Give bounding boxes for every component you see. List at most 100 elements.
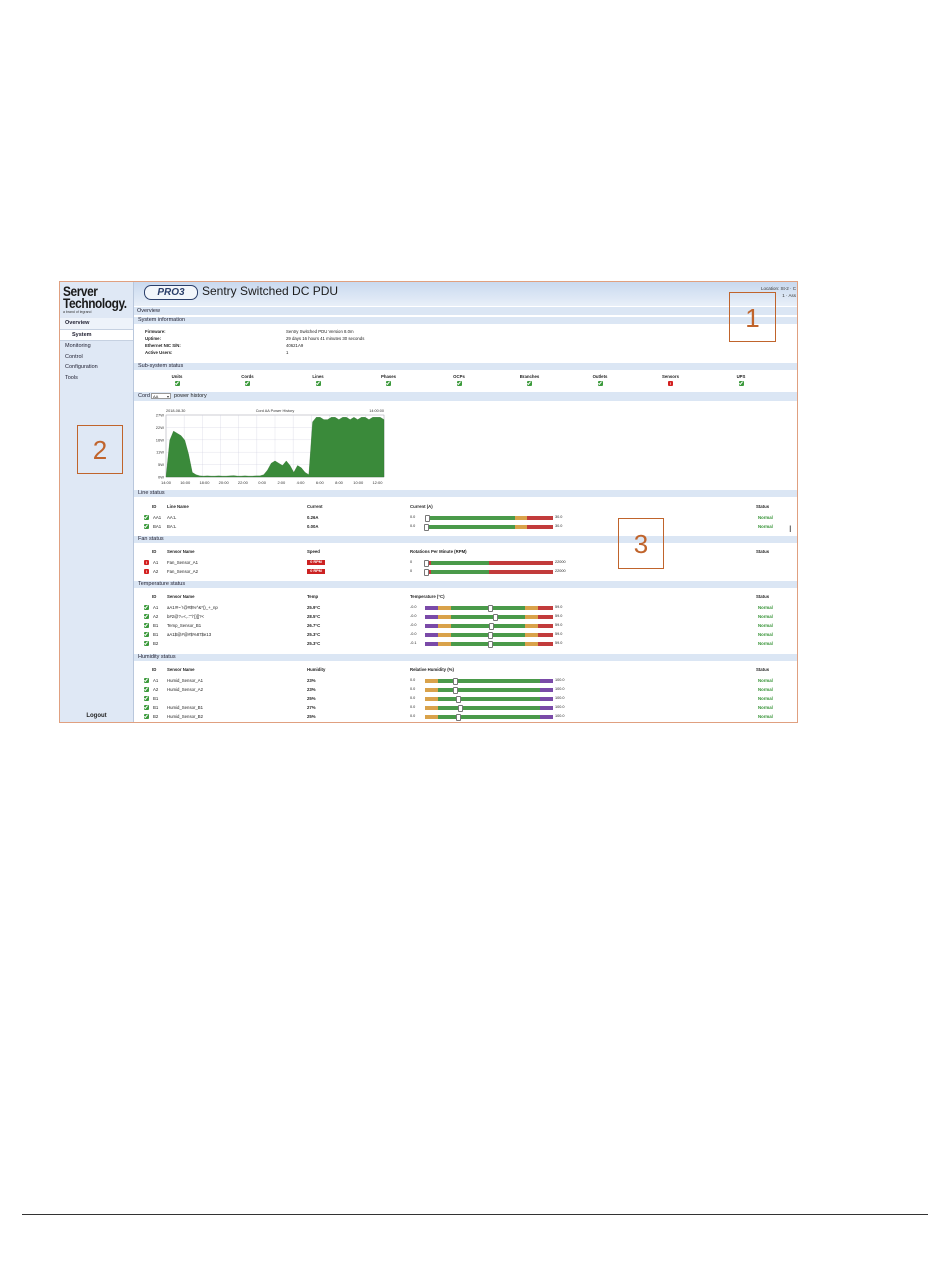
ok-check-icon (144, 623, 149, 628)
col-header-id: ID (152, 504, 157, 509)
sysinfo-value: 29 days 16 hours 41 minutes 30 seconds (286, 336, 365, 341)
range-segment (425, 696, 438, 701)
range-segment (450, 623, 525, 628)
nav-control[interactable]: Control (60, 352, 133, 363)
status-normal: Normal (758, 678, 773, 683)
range-segment (437, 623, 451, 628)
nav-monitoring[interactable]: Monitoring (60, 341, 133, 352)
range-bar (425, 622, 553, 630)
callout-3: 3 (618, 518, 664, 569)
line-status-title: Line status (134, 490, 797, 497)
pdu-web-ui: Server Technology. a brand of legrand Ov… (59, 281, 798, 723)
row-value: 25% (307, 696, 316, 701)
range-segment (537, 614, 553, 619)
nav-system[interactable]: System (60, 328, 133, 341)
range-min: 0 (410, 560, 413, 564)
value-marker (487, 604, 493, 612)
range-segment (425, 678, 438, 683)
callout-2: 2 (77, 425, 123, 474)
cord-select[interactable]: AA (151, 393, 171, 399)
nav-overview[interactable]: Overview (60, 318, 133, 329)
range-segment (425, 641, 438, 646)
y-tick-label: 16W (156, 437, 164, 442)
power-history-chart: 27W 22W 16W 11W 5W 0W14:00 16:00 18:00 20:00 22:0… (156, 409, 385, 485)
ok-check-icon (144, 614, 149, 619)
col-header-value: Speed (307, 549, 320, 554)
chart-date-right: 14:00:00 (369, 409, 384, 413)
range-segment (489, 560, 553, 565)
ok-check-icon (144, 605, 149, 610)
row-id: AA1 (153, 515, 162, 520)
sysinfo-value: 1 (286, 350, 289, 355)
range-segment (437, 605, 451, 610)
range-segment (524, 623, 538, 628)
x-tick-label: 12:00 (372, 480, 383, 485)
col-header-status: Status (756, 504, 770, 509)
overview-title: Overview (134, 307, 797, 315)
row-value: 0.26A (307, 515, 319, 520)
range-segment (437, 614, 451, 619)
row-id: B2 (153, 641, 159, 646)
ok-check-icon (144, 641, 149, 646)
col-header-range: Relative Humidity (%) (410, 667, 454, 672)
ok-check-icon (144, 705, 149, 710)
range-min: -0.0 (410, 632, 417, 636)
subsystem-label: OCPs (453, 374, 465, 379)
col-header-name: Sensor Name (167, 549, 195, 554)
value-marker (487, 640, 493, 648)
range-bar (425, 695, 553, 703)
ok-check-icon (245, 381, 250, 386)
ok-check-icon (144, 714, 149, 719)
range-segment (425, 714, 438, 719)
ok-check-icon (144, 524, 149, 529)
row-value: 23% (307, 678, 316, 683)
col-header-id: ID (152, 594, 157, 599)
row-name: BA:L (167, 524, 177, 529)
range-segment (537, 605, 553, 610)
row-id: B1 (153, 632, 159, 637)
sidebar: Server Technology. a brand of legrand Ov… (60, 282, 134, 722)
row-name: Humid_Sensor_B1 (167, 705, 204, 710)
status-normal: Normal (758, 623, 773, 628)
range-segment (489, 569, 553, 574)
nav-configuration[interactable]: Configuration (60, 362, 133, 373)
status-normal: Normal (758, 605, 773, 610)
range-max: 100.0 (555, 687, 565, 691)
range-max: 59.0 (555, 605, 563, 609)
x-tick-label: 20:00 (219, 480, 230, 485)
range-max: 100.0 (555, 705, 565, 709)
row-value: 26.7°C (307, 623, 321, 628)
ok-check-icon (144, 687, 149, 692)
range-segment (537, 641, 553, 646)
ok-check-icon (174, 381, 180, 386)
col-header-status: Status (756, 549, 770, 554)
range-bar (423, 559, 553, 567)
row-id: A2 (153, 687, 159, 692)
status-normal: Normal (758, 696, 773, 701)
subsystem-label: Sensors (662, 374, 679, 379)
row-id: B1 (153, 705, 159, 710)
value-marker (424, 514, 430, 522)
x-tick-label: 16:00 (180, 480, 191, 485)
error-icon: ! (668, 381, 673, 386)
logout-link[interactable]: Logout (60, 713, 133, 719)
row-value: 25.3°C (307, 632, 321, 637)
chart-date-left: 2018-08-30 (166, 409, 185, 413)
sysinfo-label: Active Users: (145, 350, 173, 355)
error-icon: ! (144, 569, 149, 574)
subsystem-label: Lines (312, 374, 324, 379)
x-tick-label: 2:00 (277, 480, 286, 485)
subsystem-title: Sub-system status (134, 363, 797, 370)
x-tick-label: 22:00 (238, 480, 249, 485)
range-segment (425, 623, 438, 628)
col-header-value: Temp (307, 594, 319, 599)
range-bar (425, 631, 553, 639)
col-header-name: Sensor Name (167, 667, 195, 672)
nav-tools[interactable]: Tools (60, 373, 133, 384)
range-segment (524, 614, 538, 619)
range-bar (425, 713, 553, 721)
range-segment (437, 696, 541, 701)
subsystem-label: Outlets (592, 374, 608, 379)
subsystem-label: Cords (241, 374, 254, 379)
range-segment (524, 605, 538, 610)
